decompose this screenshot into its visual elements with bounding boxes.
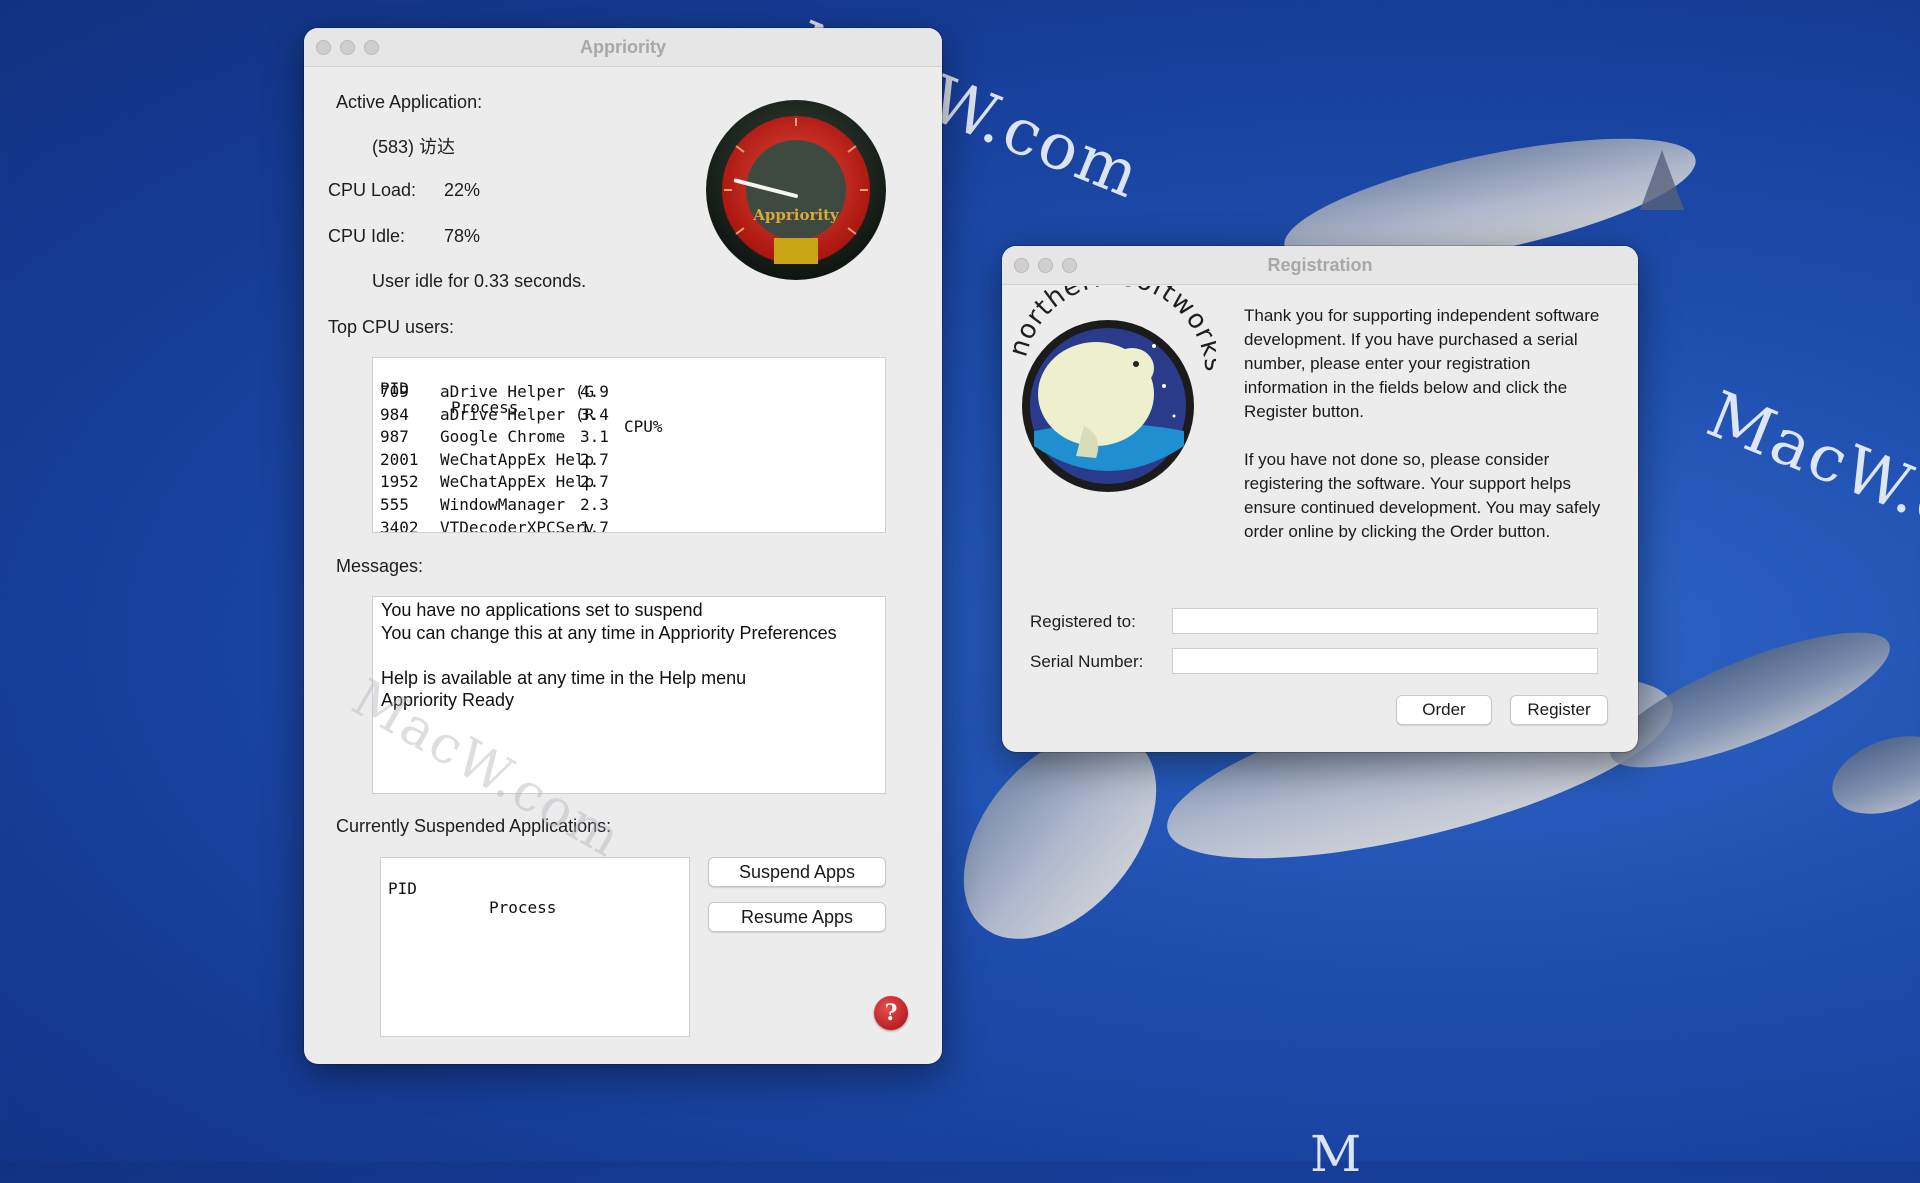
dolphin-fin bbox=[1640, 150, 1684, 210]
watermark: M bbox=[1310, 1125, 1364, 1183]
message-line: You can change this at any time in Appri… bbox=[381, 622, 837, 643]
window-title: Appriority bbox=[579, 37, 666, 57]
gauge-label: Appriority bbox=[752, 206, 840, 224]
registration-paragraph-2: If you have not done so, please consider… bbox=[1244, 450, 1601, 541]
appriority-window: Appriority Active Application: (583) 访达 … bbox=[304, 28, 942, 1064]
cell-cpu: 1.7 bbox=[580, 517, 609, 533]
top-cpu-label: Top CPU users: bbox=[328, 317, 455, 337]
message-line: Appriority Ready bbox=[381, 690, 515, 710]
cpu-idle-value: 78% bbox=[444, 226, 481, 246]
cell-cpu: 3.1 bbox=[580, 427, 609, 447]
cell-pid: 987 bbox=[380, 427, 409, 447]
titlebar[interactable]: Registration bbox=[1002, 246, 1638, 285]
cpu-idle-label: CPU Idle: bbox=[328, 226, 406, 246]
help-icon[interactable]: ? bbox=[874, 996, 908, 1030]
registration-paragraph-1: Thank you for supporting independent sof… bbox=[1244, 306, 1600, 421]
registered-to-field[interactable] bbox=[1172, 608, 1598, 634]
registration-window: Registration northern softworks Thank yo… bbox=[1002, 246, 1638, 752]
register-button[interactable]: Register bbox=[1510, 695, 1608, 725]
dolphin-shape bbox=[1821, 721, 1920, 829]
serial-number-field[interactable] bbox=[1172, 648, 1598, 674]
watermark: MacW.c bbox=[1697, 378, 1920, 545]
cell-cpu: 2.3 bbox=[580, 495, 609, 514]
resume-apps-button[interactable]: Resume Apps bbox=[708, 902, 886, 932]
active-app-value: (583) 访达 bbox=[372, 137, 456, 157]
messages-label: Messages: bbox=[336, 556, 424, 576]
table-header: PID Process bbox=[388, 879, 557, 917]
titlebar[interactable]: Appriority bbox=[304, 28, 942, 67]
cell-process: WindowManager bbox=[440, 495, 566, 514]
cell-pid: 709 bbox=[380, 382, 409, 401]
top-cpu-table[interactable]: PID Process CPU% 709 aDrive Helper (G 4.9 9… bbox=[372, 357, 886, 533]
window-title: Registration bbox=[1267, 255, 1373, 275]
cell-cpu: 2.7 bbox=[580, 449, 609, 469]
cell-pid: 3402 bbox=[380, 517, 419, 533]
order-button[interactable]: Order bbox=[1396, 695, 1492, 725]
cell-pid: 1952 bbox=[380, 472, 419, 492]
message-line: Help is available at any time in the Hel… bbox=[381, 667, 747, 688]
registered-to-label: Registered to: bbox=[1030, 612, 1136, 631]
cpu-load-label: CPU Load: bbox=[328, 180, 417, 200]
help-glyph: ? bbox=[884, 1000, 898, 1026]
cell-process: VTDecoderXPCServ bbox=[440, 517, 595, 533]
cell-process: WeChatAppEx Help bbox=[440, 449, 595, 469]
northern-softworks-logo: northern softworks bbox=[1004, 286, 1216, 492]
active-app-label: Active Application: bbox=[336, 92, 483, 112]
cell-process: Google Chrome bbox=[440, 427, 566, 447]
user-idle-text: User idle for 0.33 seconds. bbox=[372, 271, 587, 291]
suspended-table[interactable]: PID Process bbox=[380, 857, 690, 1037]
cell-process: WeChatAppEx Help bbox=[440, 472, 595, 492]
message-line bbox=[381, 644, 837, 667]
cell-pid: 555 bbox=[380, 495, 409, 514]
cpu-load-value: 22% bbox=[444, 180, 481, 200]
serial-number-label: Serial Number: bbox=[1030, 652, 1144, 671]
message-line: You have no applications set to suspend bbox=[381, 600, 703, 620]
cell-cpu: 4.9 bbox=[580, 382, 609, 401]
cpu-gauge: Appriority bbox=[706, 100, 886, 280]
cell-process: aDrive Helper (G bbox=[440, 382, 595, 401]
cell-cpu: 2.7 bbox=[580, 472, 609, 492]
cell-pid: 984 bbox=[380, 404, 409, 424]
cell-cpu: 3.4 bbox=[580, 404, 609, 424]
cell-process: aDrive Helper (R bbox=[440, 404, 595, 424]
cell-pid: 2001 bbox=[380, 449, 419, 469]
suspend-apps-button[interactable]: Suspend Apps bbox=[708, 857, 886, 887]
